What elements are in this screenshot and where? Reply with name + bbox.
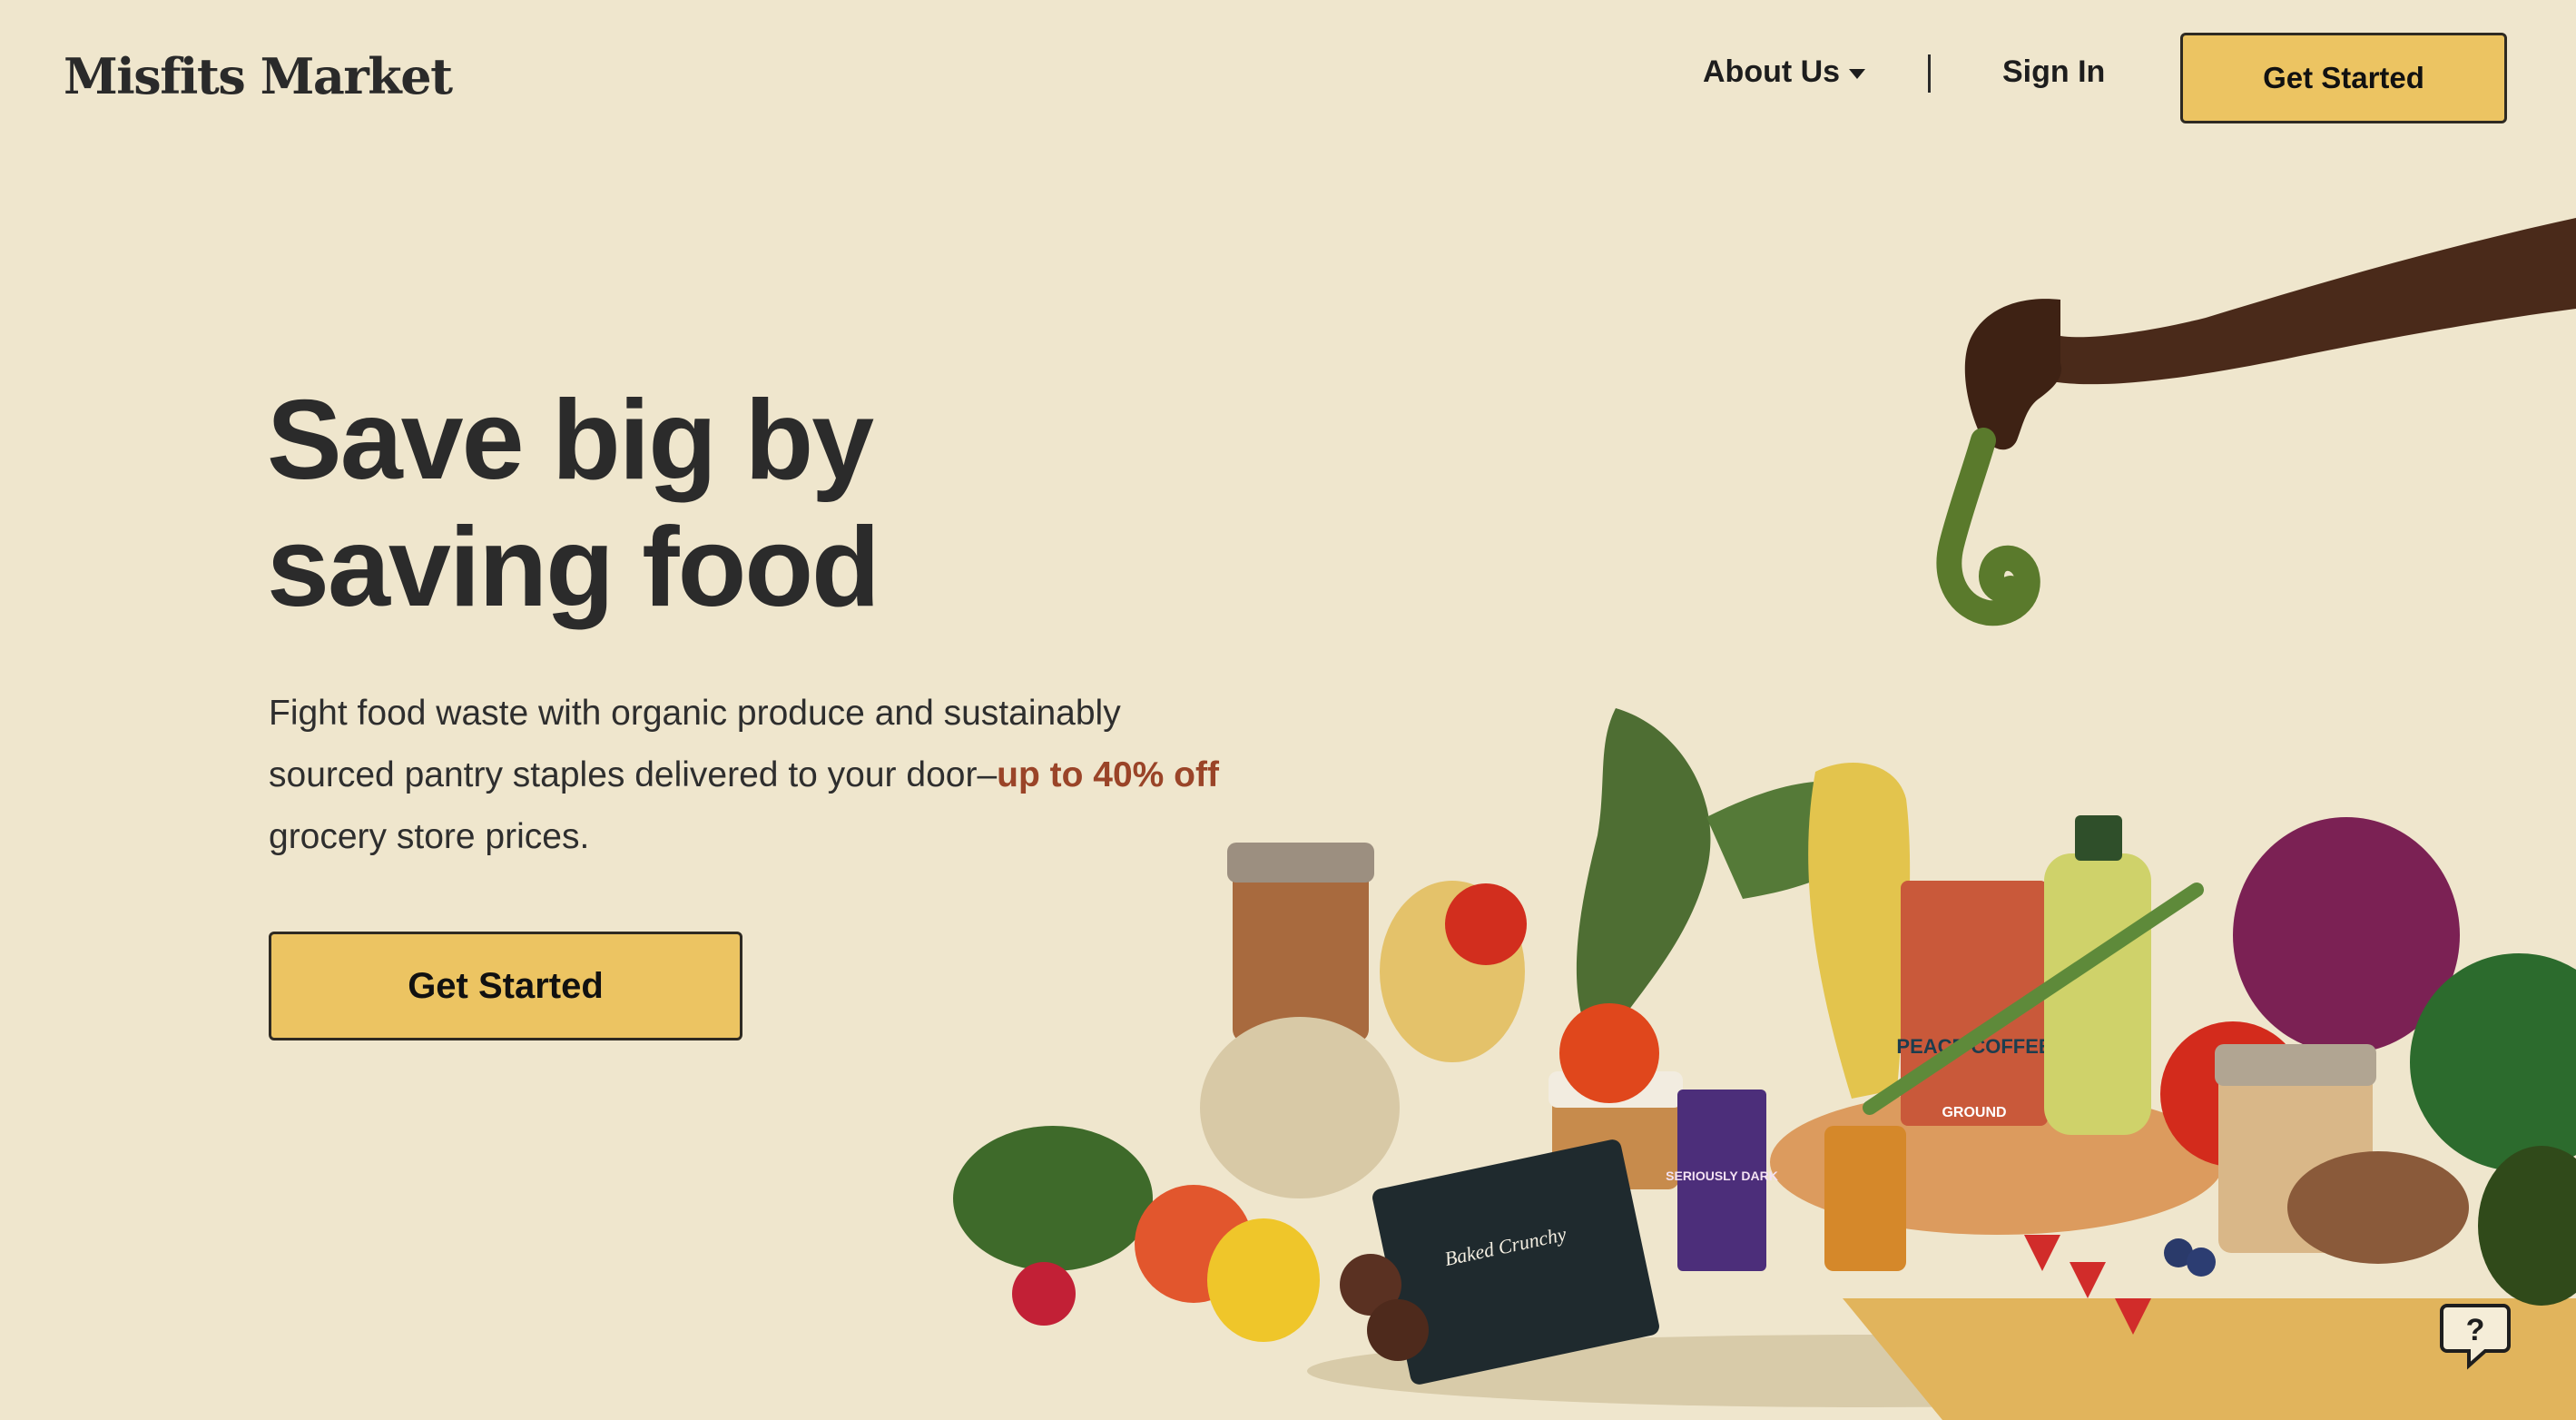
hero-body-text-end: grocery store prices. <box>269 817 590 856</box>
leafy-greens <box>1576 708 1711 1053</box>
blueberries <box>2187 1247 2216 1277</box>
header-get-started-button[interactable]: Get Started <box>2180 33 2507 123</box>
coffee-bag-sublabel: GROUND <box>1942 1105 2006 1120</box>
arm <box>2051 218 2576 385</box>
hero-produce-image: PEACE COFFEE GROUND SERIOUSLY DARK Baked… <box>953 218 2576 1420</box>
chocolate-label: SERIOUSLY DARK <box>1666 1169 1778 1183</box>
mushroom <box>2287 1151 2469 1264</box>
hanging-pepper <box>1936 428 2040 626</box>
svg-text:?: ? <box>2466 1313 2485 1347</box>
cookie <box>1367 1299 1429 1361</box>
celery-root <box>1200 1017 1400 1198</box>
nav-sign-in[interactable]: Sign In <box>2002 54 2105 90</box>
help-chat-icon[interactable]: ? <box>2436 1293 2518 1375</box>
hero-title-line2: saving food <box>267 505 880 630</box>
almond-jar-lid <box>1227 843 1374 883</box>
hero-title-line1: Save big by <box>267 378 874 503</box>
hand <box>1964 299 2062 450</box>
spice-jar <box>1824 1126 1906 1271</box>
site-header: Misfits Market About Us Sign In Get Star… <box>0 0 2576 154</box>
yellow-squash <box>1808 763 1911 1099</box>
nav-about-us[interactable]: About Us <box>1703 54 1866 90</box>
nav-about-label: About Us <box>1703 54 1841 89</box>
oil-bottle-cap <box>2075 815 2122 861</box>
logo[interactable]: Misfits Market <box>64 47 453 105</box>
orange-tomato <box>1559 1003 1659 1103</box>
cereal-jar-lid <box>2215 1044 2376 1086</box>
avocado <box>2478 1146 2576 1306</box>
hero-get-started-button[interactable]: Get Started <box>269 932 742 1040</box>
radish <box>1012 1262 1076 1326</box>
oil-bottle <box>2044 853 2151 1135</box>
caret-down-icon <box>1849 69 1866 79</box>
kale <box>953 1126 1153 1271</box>
tomato <box>1445 883 1527 965</box>
nav-divider <box>1928 54 1931 93</box>
lemon <box>1207 1218 1320 1342</box>
